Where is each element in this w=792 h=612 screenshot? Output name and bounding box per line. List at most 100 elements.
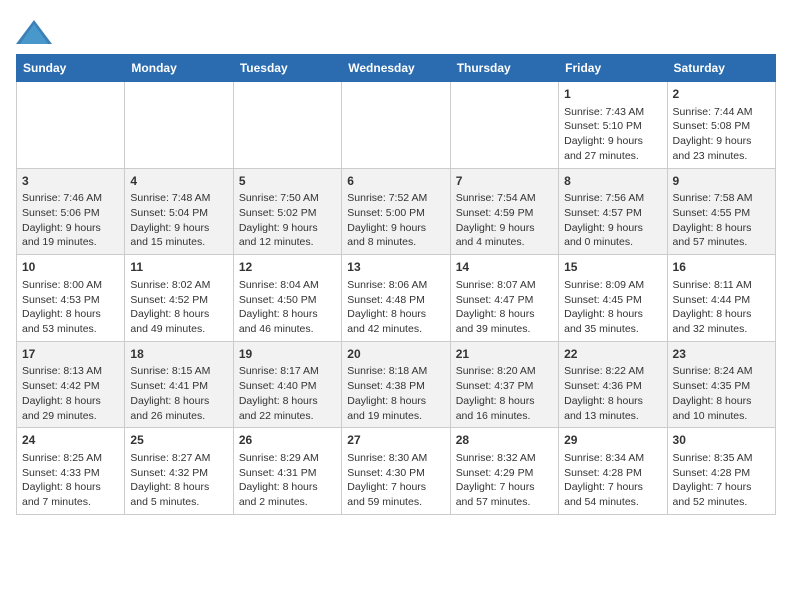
day-number: 18 xyxy=(130,346,227,363)
day-info: and 46 minutes. xyxy=(239,322,336,337)
day-info: Daylight: 8 hours xyxy=(22,307,119,322)
calendar-cell: 20Sunrise: 8:18 AMSunset: 4:38 PMDayligh… xyxy=(342,341,450,428)
day-info: Sunset: 4:59 PM xyxy=(456,206,553,221)
day-info: and 23 minutes. xyxy=(673,149,770,164)
day-info: Sunset: 4:40 PM xyxy=(239,379,336,394)
day-info: Sunset: 4:47 PM xyxy=(456,293,553,308)
day-info: Sunrise: 8:17 AM xyxy=(239,364,336,379)
day-info: and 16 minutes. xyxy=(456,409,553,424)
day-info: and 27 minutes. xyxy=(564,149,661,164)
day-info: Sunset: 5:06 PM xyxy=(22,206,119,221)
week-row-1: 1Sunrise: 7:43 AMSunset: 5:10 PMDaylight… xyxy=(17,82,776,169)
day-info: Sunrise: 8:11 AM xyxy=(673,278,770,293)
day-number: 29 xyxy=(564,432,661,449)
day-number: 9 xyxy=(673,173,770,190)
day-info: and 59 minutes. xyxy=(347,495,444,510)
calendar-cell: 4Sunrise: 7:48 AMSunset: 5:04 PMDaylight… xyxy=(125,168,233,255)
day-info: and 29 minutes. xyxy=(22,409,119,424)
day-info: Sunset: 4:41 PM xyxy=(130,379,227,394)
day-info: Daylight: 8 hours xyxy=(564,394,661,409)
calendar-cell: 11Sunrise: 8:02 AMSunset: 4:52 PMDayligh… xyxy=(125,255,233,342)
weekday-header-row: SundayMondayTuesdayWednesdayThursdayFrid… xyxy=(17,55,776,82)
calendar-cell xyxy=(17,82,125,169)
day-info: Sunrise: 8:07 AM xyxy=(456,278,553,293)
day-info: Sunrise: 7:54 AM xyxy=(456,191,553,206)
day-info: Sunset: 4:52 PM xyxy=(130,293,227,308)
day-info: and 26 minutes. xyxy=(130,409,227,424)
day-info: Sunset: 4:37 PM xyxy=(456,379,553,394)
calendar-cell: 15Sunrise: 8:09 AMSunset: 4:45 PMDayligh… xyxy=(559,255,667,342)
day-info: and 35 minutes. xyxy=(564,322,661,337)
day-info: Sunset: 4:38 PM xyxy=(347,379,444,394)
logo xyxy=(16,16,56,46)
day-number: 30 xyxy=(673,432,770,449)
day-info: Daylight: 8 hours xyxy=(564,307,661,322)
day-info: Daylight: 8 hours xyxy=(456,394,553,409)
day-info: Sunrise: 8:35 AM xyxy=(673,451,770,466)
day-info: Sunrise: 7:58 AM xyxy=(673,191,770,206)
day-info: Daylight: 8 hours xyxy=(673,221,770,236)
calendar-cell: 19Sunrise: 8:17 AMSunset: 4:40 PMDayligh… xyxy=(233,341,341,428)
day-info: Sunset: 5:08 PM xyxy=(673,119,770,134)
calendar-cell: 26Sunrise: 8:29 AMSunset: 4:31 PMDayligh… xyxy=(233,428,341,515)
calendar-cell: 7Sunrise: 7:54 AMSunset: 4:59 PMDaylight… xyxy=(450,168,558,255)
week-row-2: 3Sunrise: 7:46 AMSunset: 5:06 PMDaylight… xyxy=(17,168,776,255)
day-info: Sunrise: 8:24 AM xyxy=(673,364,770,379)
week-row-5: 24Sunrise: 8:25 AMSunset: 4:33 PMDayligh… xyxy=(17,428,776,515)
day-info: Sunrise: 7:52 AM xyxy=(347,191,444,206)
day-info: Sunset: 5:10 PM xyxy=(564,119,661,134)
calendar-cell: 8Sunrise: 7:56 AMSunset: 4:57 PMDaylight… xyxy=(559,168,667,255)
day-number: 11 xyxy=(130,259,227,276)
day-info: Sunrise: 7:50 AM xyxy=(239,191,336,206)
day-number: 22 xyxy=(564,346,661,363)
page-header xyxy=(16,16,776,46)
day-info: Daylight: 8 hours xyxy=(347,307,444,322)
day-number: 16 xyxy=(673,259,770,276)
day-info: Sunrise: 8:04 AM xyxy=(239,278,336,293)
day-info: and 42 minutes. xyxy=(347,322,444,337)
calendar-cell: 13Sunrise: 8:06 AMSunset: 4:48 PMDayligh… xyxy=(342,255,450,342)
day-info: and 7 minutes. xyxy=(22,495,119,510)
weekday-header-wednesday: Wednesday xyxy=(342,55,450,82)
day-info: Sunrise: 8:25 AM xyxy=(22,451,119,466)
calendar-cell: 23Sunrise: 8:24 AMSunset: 4:35 PMDayligh… xyxy=(667,341,775,428)
weekday-header-sunday: Sunday xyxy=(17,55,125,82)
day-info: Sunrise: 8:02 AM xyxy=(130,278,227,293)
weekday-header-friday: Friday xyxy=(559,55,667,82)
day-info: Daylight: 8 hours xyxy=(239,394,336,409)
day-number: 13 xyxy=(347,259,444,276)
day-info: Daylight: 7 hours xyxy=(456,480,553,495)
calendar-cell: 24Sunrise: 8:25 AMSunset: 4:33 PMDayligh… xyxy=(17,428,125,515)
calendar-cell xyxy=(233,82,341,169)
calendar-cell: 18Sunrise: 8:15 AMSunset: 4:41 PMDayligh… xyxy=(125,341,233,428)
day-info: Sunrise: 8:30 AM xyxy=(347,451,444,466)
day-info: Daylight: 9 hours xyxy=(347,221,444,236)
day-number: 27 xyxy=(347,432,444,449)
calendar-cell: 21Sunrise: 8:20 AMSunset: 4:37 PMDayligh… xyxy=(450,341,558,428)
day-info: and 49 minutes. xyxy=(130,322,227,337)
day-info: Sunrise: 8:13 AM xyxy=(22,364,119,379)
weekday-header-thursday: Thursday xyxy=(450,55,558,82)
day-info: Sunset: 4:42 PM xyxy=(22,379,119,394)
calendar-cell: 29Sunrise: 8:34 AMSunset: 4:28 PMDayligh… xyxy=(559,428,667,515)
day-info: Sunrise: 7:46 AM xyxy=(22,191,119,206)
day-number: 19 xyxy=(239,346,336,363)
calendar-cell: 17Sunrise: 8:13 AMSunset: 4:42 PMDayligh… xyxy=(17,341,125,428)
day-info: Daylight: 8 hours xyxy=(239,480,336,495)
day-info: Sunrise: 8:29 AM xyxy=(239,451,336,466)
calendar-cell: 25Sunrise: 8:27 AMSunset: 4:32 PMDayligh… xyxy=(125,428,233,515)
day-number: 10 xyxy=(22,259,119,276)
day-info: and 0 minutes. xyxy=(564,235,661,250)
day-number: 7 xyxy=(456,173,553,190)
day-info: and 8 minutes. xyxy=(347,235,444,250)
day-info: Daylight: 7 hours xyxy=(564,480,661,495)
day-number: 21 xyxy=(456,346,553,363)
week-row-4: 17Sunrise: 8:13 AMSunset: 4:42 PMDayligh… xyxy=(17,341,776,428)
calendar-cell: 12Sunrise: 8:04 AMSunset: 4:50 PMDayligh… xyxy=(233,255,341,342)
weekday-header-tuesday: Tuesday xyxy=(233,55,341,82)
day-info: Daylight: 9 hours xyxy=(239,221,336,236)
day-info: Sunrise: 7:43 AM xyxy=(564,105,661,120)
day-number: 4 xyxy=(130,173,227,190)
day-info: Daylight: 8 hours xyxy=(130,394,227,409)
day-info: Sunset: 4:44 PM xyxy=(673,293,770,308)
